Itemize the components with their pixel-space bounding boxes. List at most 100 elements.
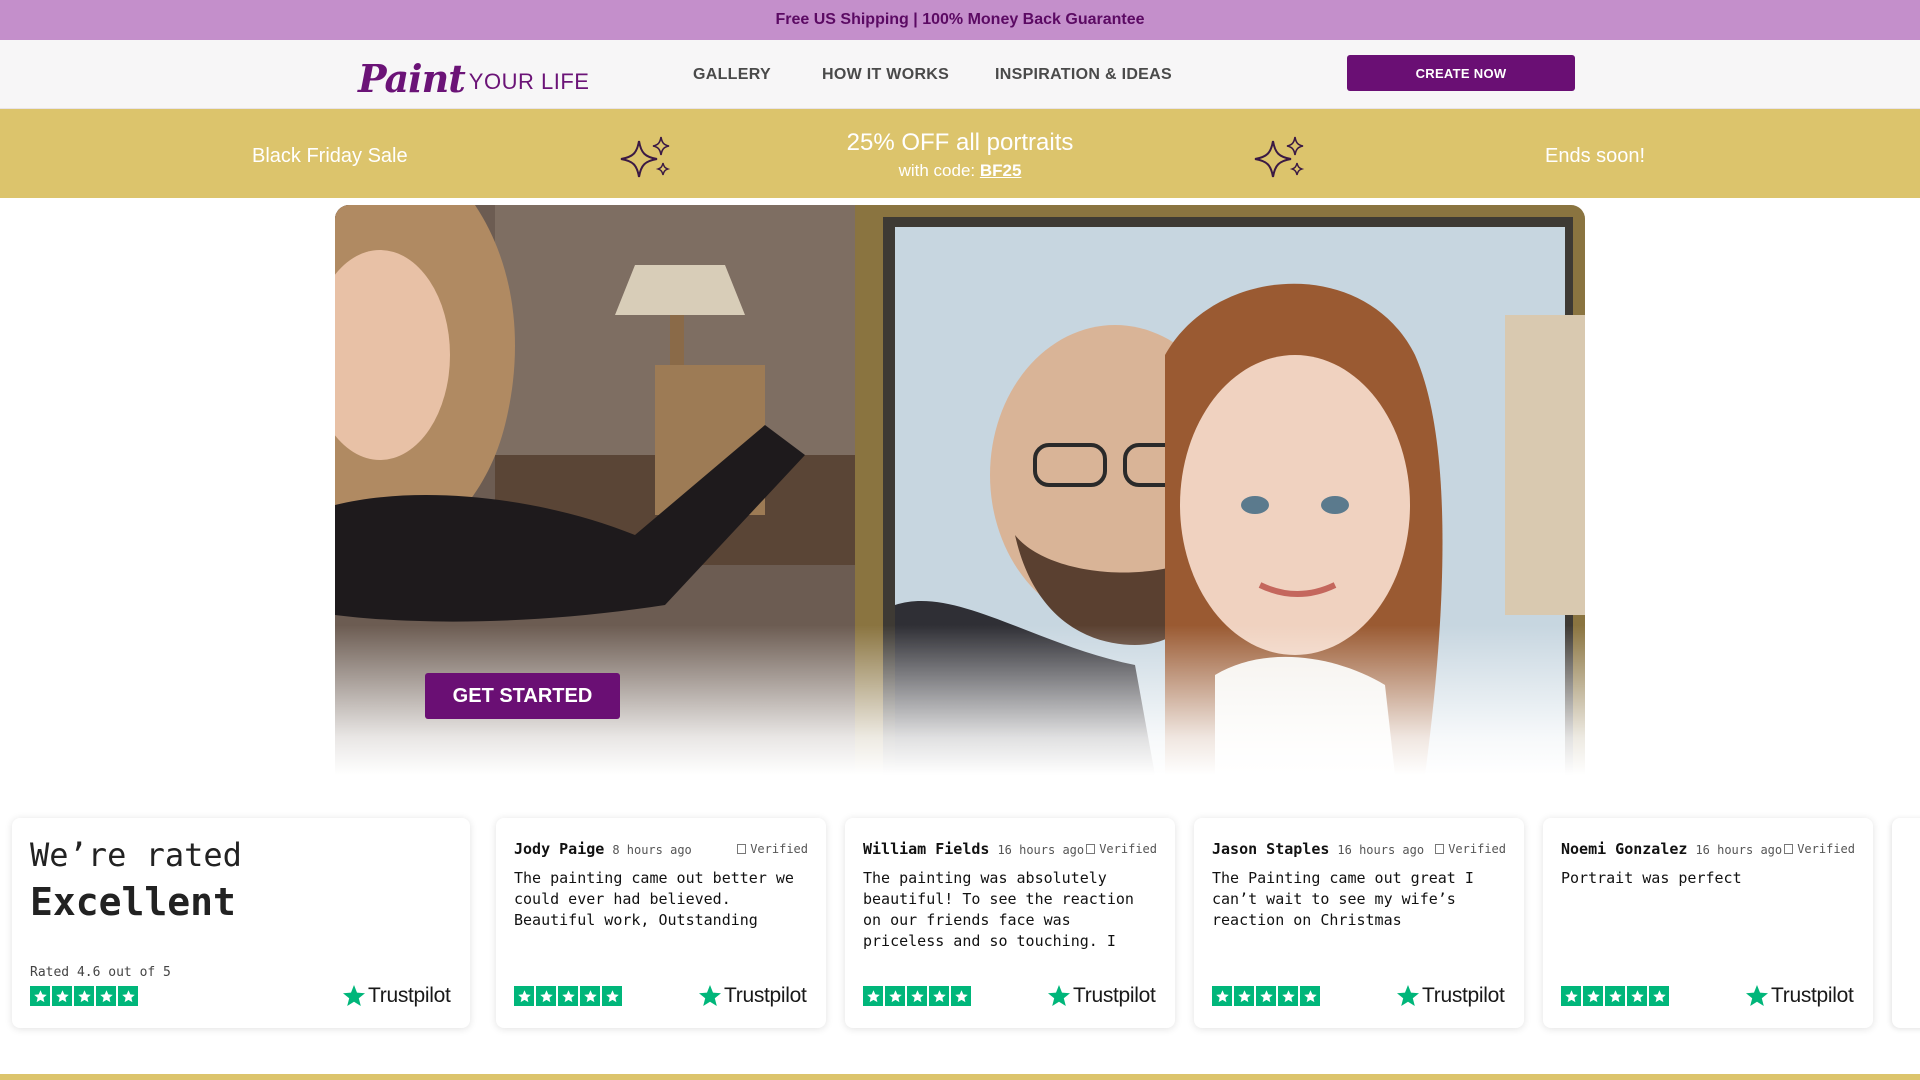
star-rating	[514, 986, 622, 1006]
review-card[interactable]: William Fields 16 hours ago Verified The…	[845, 818, 1175, 1028]
rating-score-text: Rated 4.6 out of 5	[30, 965, 171, 980]
sale-banner[interactable]: Black Friday Sale 25% OFF all portraits …	[0, 109, 1920, 198]
reviewer-name: Jason Staples	[1212, 840, 1330, 858]
star-icon	[1561, 986, 1581, 1006]
review-time: 8 hours ago	[612, 843, 692, 857]
site-header: Paint YOUR LIFE GALLERY HOW IT WORKS INS…	[0, 40, 1920, 109]
logo-script-text: Paint	[358, 56, 466, 101]
star-icon	[514, 986, 534, 1006]
star-icon	[1627, 986, 1647, 1006]
verified-label: Verified	[750, 842, 808, 856]
verified-check-icon	[1784, 844, 1794, 854]
promo-text: Free US Shipping | 100% Money Back Guara…	[775, 11, 1145, 28]
verified-badge: Verified	[1784, 842, 1855, 856]
star-icon	[30, 986, 50, 1006]
star-icon	[118, 986, 138, 1006]
review-text: The Painting came out great I can’t wait…	[1212, 869, 1474, 929]
review-card[interactable]: Jody Paige 8 hours ago Verified The pain…	[496, 818, 826, 1028]
sale-code-prefix: with code:	[898, 161, 980, 180]
star-icon	[1212, 986, 1232, 1006]
star-icon	[929, 986, 949, 1006]
get-started-button[interactable]: GET STARTED	[425, 673, 620, 719]
trustpilot-text: Trustpilot	[1422, 984, 1505, 1007]
reviewer-name: Jody Paige	[514, 840, 605, 858]
star-rating	[1212, 986, 1320, 1006]
reviewer-name: William Fields	[863, 840, 990, 858]
star-icon	[1256, 986, 1276, 1006]
sparkle-icon	[1254, 136, 1305, 178]
star-icon	[1649, 986, 1669, 1006]
star-rating	[30, 986, 138, 1006]
review-time: 16 hours ago	[1695, 843, 1783, 857]
review-text: The painting came out better we could ev…	[514, 869, 794, 929]
nav-inspiration-ideas[interactable]: INSPIRATION & IDEAS	[995, 66, 1172, 84]
trustpilot-logo[interactable]: Trustpilot	[698, 984, 807, 1008]
site-logo[interactable]: Paint YOUR LIFE	[358, 48, 589, 98]
review-time: 16 hours ago	[1337, 843, 1425, 857]
sale-code-line: with code: BF25	[760, 161, 1160, 181]
reviewer-name: Noemi Gonzalez	[1561, 840, 1688, 858]
create-now-button[interactable]: CREATE NOW	[1347, 55, 1575, 91]
rating-heading: We’re rated	[30, 836, 242, 874]
hero-video[interactable]: GET STARTED	[335, 205, 1585, 775]
review-card[interactable]: Noemi Gonzalez 16 hours ago Verified Por…	[1543, 818, 1873, 1028]
trustpilot-logo[interactable]: Trustpilot	[342, 984, 451, 1008]
star-icon	[558, 986, 578, 1006]
trustpilot-text: Trustpilot	[1073, 984, 1156, 1007]
star-icon	[1605, 986, 1625, 1006]
star-icon	[907, 986, 927, 1006]
verified-badge: Verified	[1435, 842, 1506, 856]
nav-how-it-works[interactable]: HOW IT WORKS	[822, 66, 949, 84]
trustpilot-star-icon	[1048, 985, 1070, 1006]
review-time: 16 hours ago	[997, 843, 1085, 857]
trustpilot-text: Trustpilot	[1771, 984, 1854, 1007]
star-icon	[951, 986, 971, 1006]
sale-left-text: Black Friday Sale	[252, 145, 408, 167]
nav-gallery[interactable]: GALLERY	[693, 66, 771, 84]
review-header: Noemi Gonzalez 16 hours ago Verified	[1561, 840, 1855, 858]
verified-label: Verified	[1099, 842, 1157, 856]
review-header: William Fields 16 hours ago Verified	[863, 840, 1157, 858]
reviews-carousel: We’re rated Excellent Rated 4.6 out of 5…	[0, 818, 1920, 1030]
verified-check-icon	[1086, 844, 1096, 854]
review-header: Jody Paige 8 hours ago Verified	[514, 840, 808, 858]
sparkle-icon	[620, 136, 671, 178]
star-icon	[536, 986, 556, 1006]
logo-text: YOUR LIFE	[468, 69, 590, 94]
star-icon	[580, 986, 600, 1006]
star-icon	[96, 986, 116, 1006]
next-review-card-edge	[1892, 818, 1920, 1028]
star-icon	[74, 986, 94, 1006]
rating-summary-card: We’re rated Excellent Rated 4.6 out of 5…	[12, 818, 470, 1028]
review-card[interactable]: Jason Staples 16 hours ago Verified The …	[1194, 818, 1524, 1028]
star-icon	[1278, 986, 1298, 1006]
star-icon	[52, 986, 72, 1006]
promo-bar: Free US Shipping | 100% Money Back Guara…	[0, 0, 1920, 40]
sale-code[interactable]: BF25	[980, 161, 1022, 180]
sale-right-text: Ends soon!	[1545, 145, 1646, 167]
star-icon	[1300, 986, 1320, 1006]
trustpilot-logo[interactable]: Trustpilot	[1047, 984, 1156, 1008]
trustpilot-logo[interactable]: Trustpilot	[1396, 984, 1505, 1008]
rating-label: Excellent	[30, 880, 236, 924]
star-icon	[1583, 986, 1603, 1006]
bottom-divider	[0, 1074, 1920, 1080]
sale-headline: 25% OFF all portraits	[846, 129, 1074, 156]
trustpilot-star-icon	[1397, 985, 1419, 1006]
review-text: The painting was absolutely beautiful! T…	[863, 869, 1134, 950]
review-header: Jason Staples 16 hours ago Verified	[1212, 840, 1506, 858]
trustpilot-text: Trustpilot	[724, 984, 807, 1007]
star-icon	[863, 986, 883, 1006]
star-icon	[1234, 986, 1254, 1006]
review-text: Portrait was perfect	[1561, 869, 1742, 887]
star-rating	[863, 986, 971, 1006]
star-icon	[602, 986, 622, 1006]
verified-badge: Verified	[1086, 842, 1157, 856]
verified-check-icon	[1435, 844, 1445, 854]
trustpilot-star-icon	[1746, 985, 1768, 1006]
star-icon	[885, 986, 905, 1006]
trustpilot-star-icon	[343, 985, 365, 1006]
verified-badge: Verified	[737, 842, 808, 856]
trustpilot-logo[interactable]: Trustpilot	[1745, 984, 1854, 1008]
trustpilot-text: Trustpilot	[368, 984, 451, 1007]
